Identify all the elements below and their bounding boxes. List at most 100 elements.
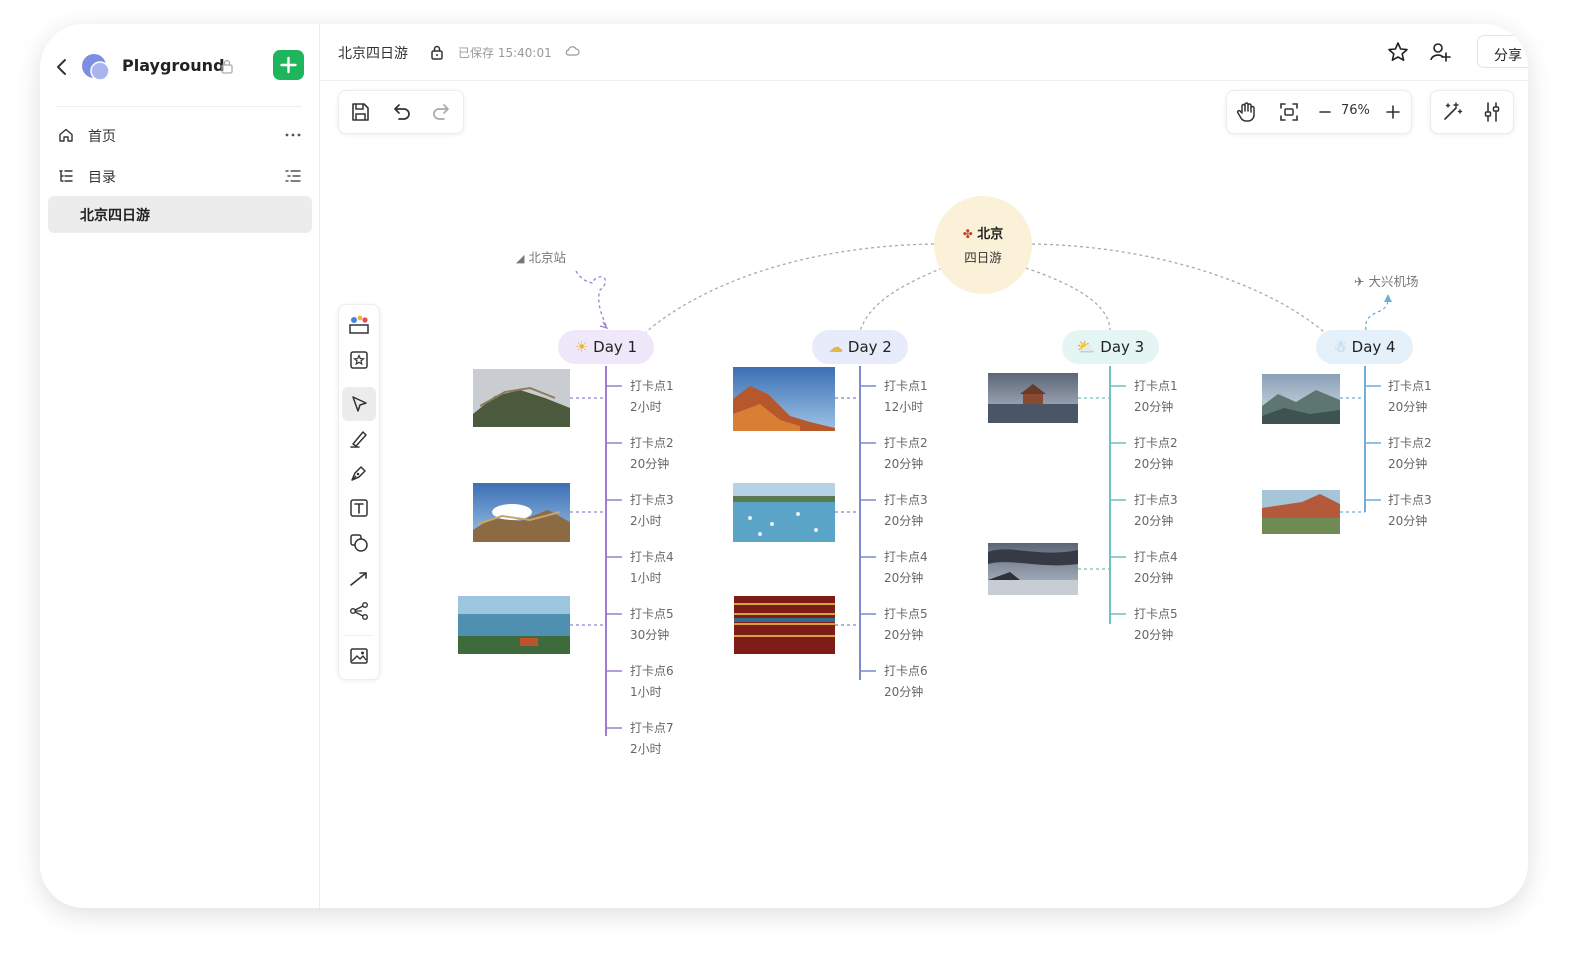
sidebar-item-home[interactable]: 首页 xyxy=(48,117,312,153)
list-toggle-icon[interactable] xyxy=(284,168,302,184)
photo-day3-stop4[interactable] xyxy=(988,543,1078,595)
stop-duration: 20分钟 xyxy=(884,457,924,471)
sun-icon: ☀ xyxy=(574,338,589,356)
stop-node[interactable]: 打卡点5 20分钟 xyxy=(1134,604,1178,646)
photo-day1-stop1[interactable] xyxy=(473,369,570,427)
stop-name: 打卡点4 xyxy=(1134,550,1178,564)
stop-node[interactable]: 打卡点2 20分钟 xyxy=(630,433,674,475)
day4-node[interactable]: ☃ Day 4 xyxy=(1316,330,1413,364)
stop-node[interactable]: 打卡点1 20分钟 xyxy=(1388,376,1432,418)
stop-node[interactable]: 打卡点4 20分钟 xyxy=(884,547,928,589)
partly-sunny-icon: ⛅ xyxy=(1076,338,1096,356)
stop-duration: 20分钟 xyxy=(884,514,924,528)
stop-node[interactable]: 打卡点1 12小时 xyxy=(884,376,928,418)
stop-node[interactable]: 打卡点1 2小时 xyxy=(630,376,674,418)
stop-name: 打卡点2 xyxy=(1388,436,1432,450)
stop-name: 打卡点1 xyxy=(884,379,928,393)
stop-node[interactable]: 打卡点3 20分钟 xyxy=(1388,490,1432,532)
stop-node[interactable]: 打卡点3 2小时 xyxy=(630,490,674,532)
more-icon[interactable] xyxy=(284,127,302,143)
snow-cloud-icon: ☃ xyxy=(1333,338,1347,356)
day-label: Day 1 xyxy=(593,338,638,356)
space-name[interactable]: Playground xyxy=(122,56,225,75)
stop-node[interactable]: 打卡点6 1小时 xyxy=(630,661,674,703)
stop-node[interactable]: 打卡点2 20分钟 xyxy=(1134,433,1178,475)
sidebar-item-doc[interactable]: 北京四日游 xyxy=(48,196,312,233)
stop-duration: 20分钟 xyxy=(1134,400,1174,414)
day1-node[interactable]: ☀ Day 1 xyxy=(558,330,654,364)
stop-node[interactable]: 打卡点4 1小时 xyxy=(630,547,674,589)
photo-day2-stop5[interactable] xyxy=(734,596,835,654)
day2-node[interactable]: ☁ Day 2 xyxy=(812,330,908,364)
photo-day1-stop3[interactable] xyxy=(473,483,570,542)
stop-duration: 2小时 xyxy=(630,514,662,528)
airplane-icon: ✈ xyxy=(1354,274,1365,289)
stop-name: 打卡点2 xyxy=(630,436,674,450)
stop-node[interactable]: 打卡点1 20分钟 xyxy=(1134,376,1178,418)
stop-duration: 2小时 xyxy=(630,400,662,414)
stop-node[interactable]: 打卡点6 20分钟 xyxy=(884,661,928,703)
stop-node[interactable]: 打卡点3 20分钟 xyxy=(1134,490,1178,532)
stop-duration: 20分钟 xyxy=(884,571,924,585)
stop-name: 打卡点7 xyxy=(630,721,674,735)
photo-day4-stop3[interactable] xyxy=(1262,490,1340,534)
stop-name: 打卡点3 xyxy=(630,493,674,507)
station-name: 北京站 xyxy=(528,250,566,265)
stop-node[interactable]: 打卡点5 30分钟 xyxy=(630,604,674,646)
day2-branch xyxy=(835,366,876,680)
stop-node[interactable]: 打卡点2 20分钟 xyxy=(884,433,928,475)
maple-leaf-icon: ✤ xyxy=(962,227,973,241)
stop-node[interactable]: 打卡点2 20分钟 xyxy=(1388,433,1432,475)
stop-duration: 20分钟 xyxy=(1134,571,1174,585)
stop-name: 打卡点3 xyxy=(1388,493,1432,507)
train-icon: ◢ xyxy=(516,252,525,265)
photo-day4-stop1[interactable] xyxy=(1262,374,1340,424)
stop-duration: 2小时 xyxy=(630,742,662,756)
photo-day2-stop1[interactable] xyxy=(733,367,835,431)
day-label: Day 2 xyxy=(847,338,892,356)
start-station-label[interactable]: ◢ 北京站 xyxy=(516,247,566,266)
sidebar: Playground 首页 目录 北京四日游 xyxy=(40,24,320,908)
stop-duration: 1小时 xyxy=(630,571,662,585)
stop-duration: 20分钟 xyxy=(630,457,670,471)
stop-name: 打卡点6 xyxy=(884,664,928,678)
photo-day3-stop1[interactable] xyxy=(988,373,1078,423)
stop-duration: 20分钟 xyxy=(1388,514,1428,528)
stop-node[interactable]: 打卡点4 20分钟 xyxy=(1134,547,1178,589)
plus-icon xyxy=(280,56,297,74)
stop-duration: 20分钟 xyxy=(1134,628,1174,642)
photo-day1-stop5[interactable] xyxy=(458,596,570,654)
day-label: Day 3 xyxy=(1100,338,1145,356)
app-window: Playground 首页 目录 北京四日游 北京四日游 已保存 15:40:0… xyxy=(40,24,1528,908)
stop-name: 打卡点1 xyxy=(630,379,674,393)
add-button[interactable] xyxy=(273,50,304,80)
stop-name: 打卡点1 xyxy=(1388,379,1432,393)
sidebar-item-label: 首页 xyxy=(88,129,116,145)
sidebar-item-toc[interactable]: 目录 xyxy=(48,158,312,194)
day3-node[interactable]: ⛅ Day 3 xyxy=(1062,330,1159,364)
home-icon xyxy=(59,128,73,142)
main-area: 北京四日游 已保存 15:40:01 分享 76% ◢ 北京站 ✈ 大兴机场 ✤… xyxy=(320,24,1528,908)
stop-node[interactable]: 打卡点7 2小时 xyxy=(630,718,674,760)
stop-name: 打卡点6 xyxy=(630,664,674,678)
day1-branch xyxy=(570,366,622,736)
stop-name: 打卡点1 xyxy=(1134,379,1178,393)
stop-name: 打卡点3 xyxy=(884,493,928,507)
stop-duration: 12小时 xyxy=(884,400,924,414)
back-chevron-icon[interactable] xyxy=(52,56,72,78)
stop-node[interactable]: 打卡点5 20分钟 xyxy=(884,604,928,646)
stop-name: 打卡点2 xyxy=(884,436,928,450)
stop-node[interactable]: 打卡点3 20分钟 xyxy=(884,490,928,532)
stop-duration: 20分钟 xyxy=(1388,457,1428,471)
stop-duration: 20分钟 xyxy=(1134,457,1174,471)
end-station-label[interactable]: ✈ 大兴机场 xyxy=(1354,271,1418,290)
root-title-text: 北京 xyxy=(977,227,1004,242)
stop-duration: 20分钟 xyxy=(884,685,924,699)
sidebar-item-label: 北京四日游 xyxy=(80,208,150,224)
root-node[interactable]: ✤ 北京 四日游 xyxy=(934,196,1032,294)
photo-day2-stop3[interactable] xyxy=(733,483,835,542)
stop-duration: 20分钟 xyxy=(1388,400,1428,414)
stop-name: 打卡点2 xyxy=(1134,436,1178,450)
day4-branch xyxy=(1340,366,1381,513)
day-label: Day 4 xyxy=(1351,338,1396,356)
